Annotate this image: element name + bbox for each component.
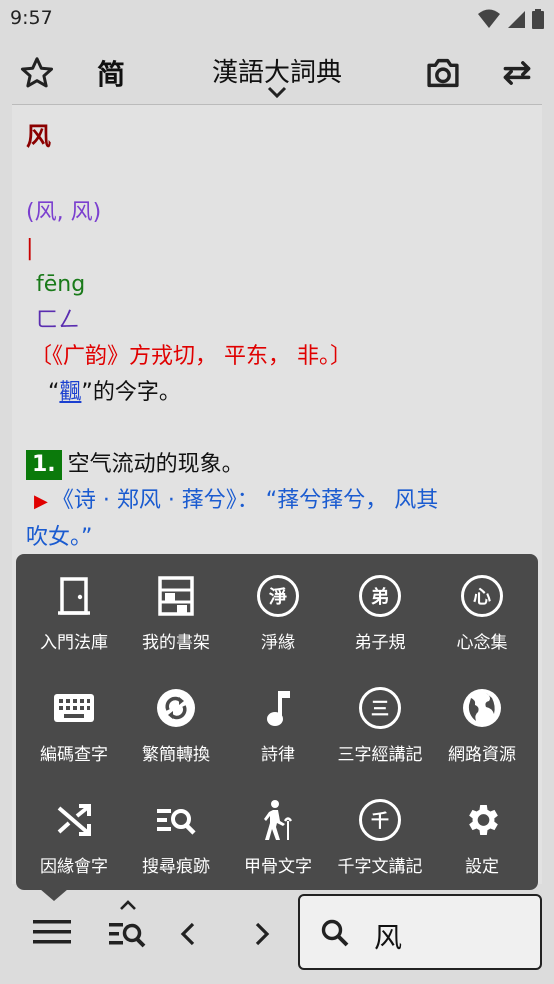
- sense-number-badge: 1.: [26, 450, 62, 480]
- bookshelf-icon: [152, 572, 200, 620]
- signal-icon: [506, 9, 526, 33]
- circle-char-icon: 千: [356, 796, 404, 844]
- search-history-icon[interactable]: [104, 914, 152, 954]
- menu-item-jingyuan[interactable]: 淨 淨緣: [226, 554, 330, 654]
- menu-label: 編碼查字: [40, 745, 108, 765]
- menu-item-code-lookup[interactable]: 編碼查字: [22, 666, 126, 766]
- citation: ▶ 《诗 · 郑风 · 萚兮》： “萚兮萚兮， 风其: [26, 483, 528, 520]
- menu-label: 設定: [465, 857, 499, 877]
- menu-item-qianziwen[interactable]: 千 千字文講記: [328, 778, 432, 878]
- note-prefix: “: [48, 380, 60, 405]
- circle-char: 弟: [359, 575, 401, 617]
- camera-icon[interactable]: [420, 50, 466, 96]
- favorite-star-icon[interactable]: [14, 50, 60, 96]
- menu-item-xinnianji[interactable]: 心 心念集: [430, 554, 534, 654]
- radical-mark: |: [26, 236, 34, 261]
- shuffle-icon: [50, 796, 98, 844]
- search-input[interactable]: 风: [374, 916, 402, 956]
- music-note-icon: [254, 684, 302, 732]
- entry: 风 (风, 风) | fēng ㄈㄥ 〔《广韵》方戎切， 平东， 非。〕 “飌”…: [12, 105, 542, 570]
- wifi-icon: [478, 9, 500, 33]
- citation-line-1: 《诗 · 郑风 · 萚兮》： “萚兮萚兮， 风其: [51, 488, 439, 513]
- menu-item-dizigui[interactable]: 弟 弟子規: [328, 554, 432, 654]
- globe-icon: [458, 684, 506, 732]
- circle-char: 千: [359, 799, 401, 841]
- circle-char-icon: 弟: [356, 572, 404, 620]
- circle-char-icon: 心: [458, 572, 506, 620]
- menu-label: 淨緣: [261, 633, 295, 653]
- hamburger-menu-icon[interactable]: [28, 910, 76, 954]
- circle-char: 心: [461, 575, 503, 617]
- status-time: 9:57: [10, 7, 53, 29]
- menu-label: 我的書架: [142, 633, 210, 653]
- variant-forms: (风, 风): [26, 200, 102, 225]
- rhyme-reference: 〔《广韵》方戎切， 平东， 非。〕: [30, 344, 352, 369]
- citation-line-2: 吹女。”: [26, 525, 93, 550]
- menu-label: 千字文講記: [337, 857, 423, 877]
- menu-label: 因緣會字: [40, 857, 108, 877]
- triangle-right-icon: ▶: [34, 491, 48, 512]
- search-icon[interactable]: [320, 918, 350, 952]
- menu-label: 搜尋痕跡: [142, 857, 210, 877]
- character-note: “飌”的今字。: [26, 375, 528, 411]
- menu-item-intro-library[interactable]: 入門法庫: [22, 554, 126, 654]
- menu-label: 甲骨文字: [244, 857, 312, 877]
- circle-char: 淨: [257, 575, 299, 617]
- menu-label: 入門法庫: [40, 633, 108, 653]
- menu-label: 三字經講記: [337, 745, 423, 765]
- swap-arrows-icon[interactable]: [494, 50, 540, 96]
- search-box[interactable]: 风: [298, 894, 542, 970]
- menu-item-search-history[interactable]: 搜尋痕跡: [124, 778, 228, 878]
- elderly-walker-icon: [254, 796, 302, 844]
- keyboard-icon: [50, 684, 98, 732]
- menu-item-poetry-meter[interactable]: 詩律: [226, 666, 330, 766]
- note-suffix: ”的今字。: [81, 380, 181, 405]
- note-link[interactable]: 飌: [59, 380, 81, 405]
- previous-icon[interactable]: [170, 912, 206, 956]
- menu-label: 網路資源: [448, 745, 516, 765]
- menu-item-web-resources[interactable]: 網路資源: [430, 666, 534, 766]
- sense-1: 1. 空气流动的现象。: [26, 447, 528, 483]
- pinyin: fēng: [36, 272, 86, 297]
- circle-char-icon: 三: [356, 684, 404, 732]
- battery-icon: [532, 9, 544, 33]
- circle-char: 三: [359, 687, 401, 729]
- menu-item-my-bookshelf[interactable]: 我的書架: [124, 554, 228, 654]
- zhuyin: ㄈㄥ: [36, 308, 81, 333]
- menu-item-settings[interactable]: 設定: [430, 778, 534, 878]
- chevron-up-icon[interactable]: [104, 894, 152, 916]
- sense-text: 空气流动的现象。: [67, 452, 244, 477]
- menu-item-trad-simp-convert[interactable]: 繁簡轉換: [124, 666, 228, 766]
- simplified-toggle-button[interactable]: 简: [88, 50, 134, 96]
- status-icons: [478, 9, 544, 33]
- menu-label: 繁簡轉換: [142, 745, 210, 765]
- menu-item-random-char[interactable]: 因緣會字: [22, 778, 126, 878]
- function-menu: 入門法庫 我的書架 淨 淨緣 弟 弟子規 心 心念集 編碼查字 繁簡轉換 詩律 …: [16, 554, 538, 890]
- sync-icon: [152, 684, 200, 732]
- menu-label: 弟子規: [354, 633, 406, 653]
- door-icon: [50, 572, 98, 620]
- toolbar: 简 漢語大詞典: [0, 38, 554, 104]
- menu-label: 心念集: [456, 633, 508, 653]
- circle-char-icon: 淨: [254, 572, 302, 620]
- next-icon[interactable]: [244, 912, 280, 956]
- gear-icon: [458, 796, 506, 844]
- bottom-bar: 风: [0, 890, 554, 984]
- menu-item-sanzijing[interactable]: 三 三字經講記: [328, 666, 432, 766]
- menu-label: 詩律: [261, 745, 295, 765]
- search-history-icon: [152, 796, 200, 844]
- chevron-down-icon[interactable]: [262, 84, 292, 104]
- menu-item-oracle-bone[interactable]: 甲骨文字: [226, 778, 330, 878]
- status-bar: 9:57: [0, 0, 554, 38]
- headword: 风: [26, 122, 52, 151]
